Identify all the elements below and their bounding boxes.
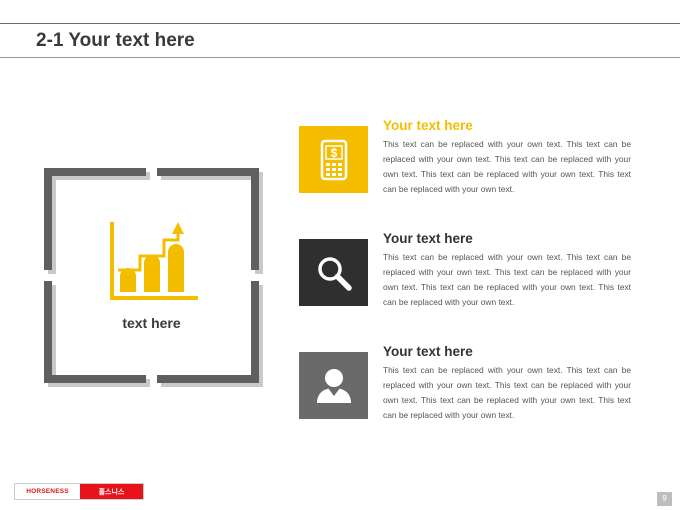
item-text: This text can be replaced with your own … (383, 139, 631, 194)
page-title: 2-1 Your text here (36, 30, 195, 51)
bar-chart-growth-icon (110, 222, 198, 300)
title-bar: 2-1 Your text here (0, 23, 680, 58)
item-title: Your text here (383, 231, 473, 246)
item-text: This text can be replaced with your own … (383, 252, 631, 307)
item-text: This text can be replaced with your own … (383, 365, 631, 420)
item-icon-box (299, 239, 368, 306)
chart-frame: text here (44, 168, 263, 387)
brand-logo: HORSENESS 홀스니스 (14, 483, 144, 500)
item-icon-box (299, 352, 368, 419)
page-number: 9 (657, 492, 672, 506)
magnifier-icon (317, 256, 352, 291)
logo-text-korean: 홀스니스 (80, 484, 143, 499)
logo-text-english: HORSENESS (15, 484, 80, 499)
user-icon (316, 368, 351, 403)
list-item: $ Your text here This text can be replac… (299, 118, 634, 218)
svg-text:$: $ (330, 146, 337, 160)
list-item: Your text here This text can be replaced… (299, 344, 634, 444)
item-title: Your text here (383, 118, 473, 133)
item-title: Your text here (383, 344, 473, 359)
mobile-dollar-icon: $ (320, 139, 347, 180)
item-icon-box: $ (299, 126, 368, 193)
chart-label: text here (122, 315, 181, 331)
list-item: Your text here This text can be replaced… (299, 231, 634, 331)
